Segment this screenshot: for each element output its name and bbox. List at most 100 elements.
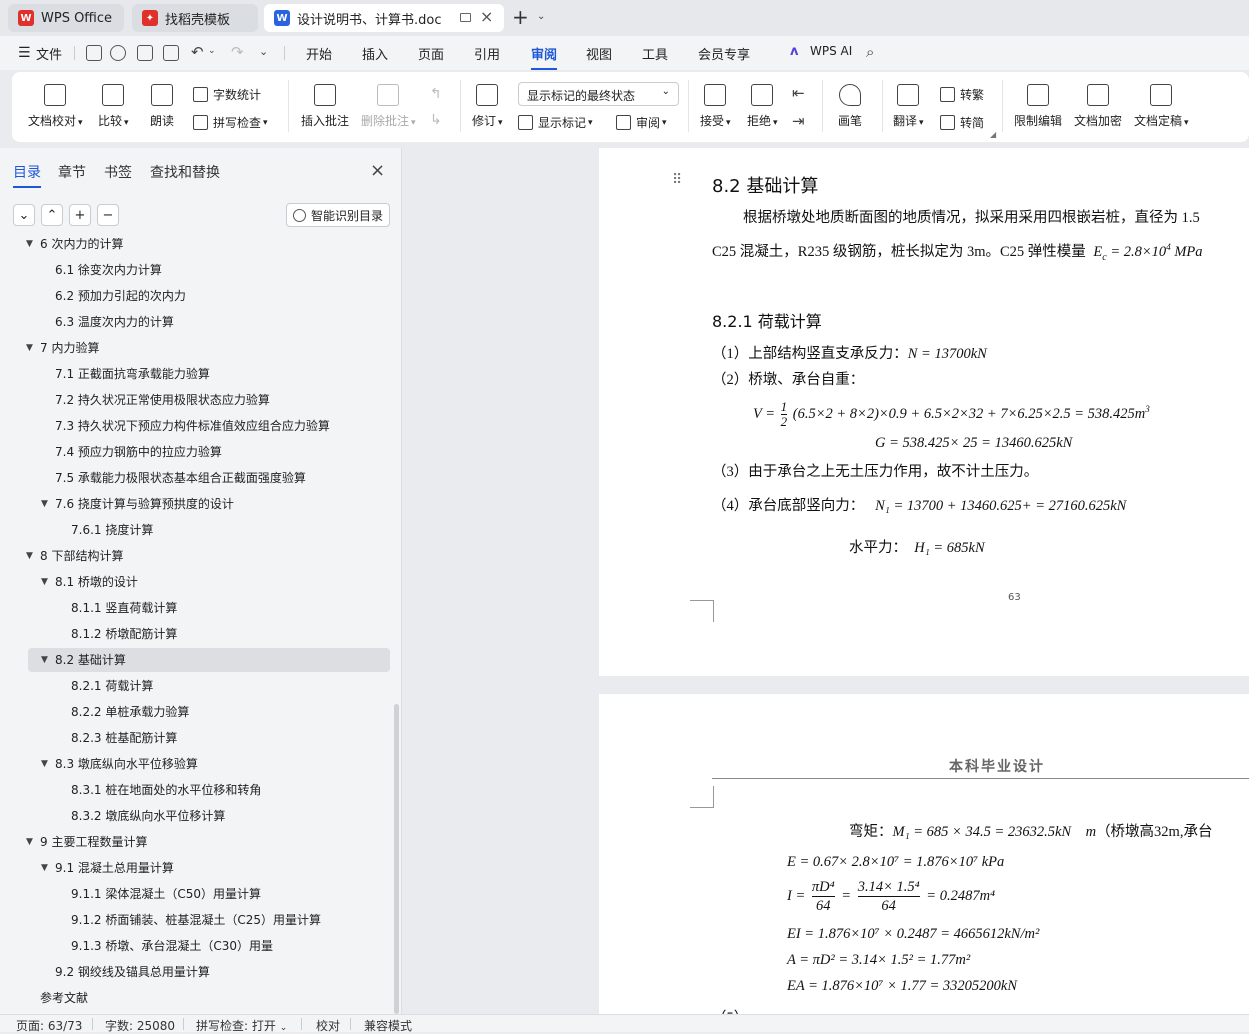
previous-change-icon[interactable]: ⇤ [792,84,805,102]
quick-access-more-icon[interactable]: ⌄ [259,45,268,58]
spell-check-button[interactable]: 拼写检查 ▾ [193,114,268,131]
menu-member[interactable]: 会员专享 [698,44,750,63]
toc-item[interactable]: ▼ 9 主要工程数量计算 [0,830,390,854]
encrypt-button[interactable]: 文档加密 [1074,84,1122,129]
menu-wps-ai[interactable]: WPS AI [810,44,852,58]
toc-item[interactable]: 7.5 承载能力极限状态基本组合正截面强度验算 [0,466,390,490]
menu-home[interactable]: 开始 [306,44,332,63]
tab-bookmarks[interactable]: 书签 [104,162,132,182]
toc-expand-icon[interactable]: ▼ [41,752,48,776]
toc-item[interactable]: 7.6.1 挠度计算 [0,518,390,542]
group-expand-icon[interactable]: ◢ [990,130,996,139]
toc-expand-icon[interactable]: ▼ [26,544,33,568]
translate-button[interactable]: 翻译 ▾ [893,84,924,129]
toc-item[interactable]: 8.1.2 桥墩配筋计算 [0,622,390,646]
add-heading-icon[interactable]: + [69,204,91,226]
close-panel-icon[interactable]: × [370,160,385,181]
menu-file[interactable]: 文件 [36,44,62,63]
remove-heading-icon[interactable]: − [97,204,119,226]
tab-chapters[interactable]: 章节 [58,162,86,182]
menu-page[interactable]: 页面 [418,44,444,63]
word-count-button[interactable]: 字数统计 [193,86,261,103]
toc-item[interactable]: ▼ 8.2 基础计算 [28,648,390,672]
show-markup-button[interactable]: 显示标记 ▾ [518,114,593,131]
toc-expand-icon[interactable]: ▼ [26,238,33,256]
toc-expand-icon[interactable]: ▼ [26,830,33,854]
toc-expand-icon[interactable]: ▼ [41,648,48,672]
toc-item[interactable]: ▼ 8.3 墩底纵向水平位移验算 [0,752,390,776]
tab-template[interactable]: ✦ 找稻壳模板 [132,4,258,32]
toc-expand-icon[interactable]: ▼ [41,570,48,594]
to-simplified-button[interactable]: 转简 [940,114,984,131]
reject-button[interactable]: 拒绝 ▾ [747,84,778,129]
review-pane-button[interactable]: 审阅 ▾ [616,114,667,131]
accept-button[interactable]: 接受 ▾ [700,84,731,129]
toc-item[interactable]: 8.2.3 桩基配筋计算 [0,726,390,750]
toc-item[interactable]: ▼ 7 内力验算 [0,336,390,360]
delete-comment-button[interactable]: 删除批注 ▾ [361,84,416,129]
restrict-editing-button[interactable]: 限制编辑 [1014,84,1062,129]
redo-icon[interactable]: ↷ [231,43,244,61]
toc-item[interactable]: 7.3 持久状况下预应力构件标准值效应组合应力验算 [0,414,390,438]
print-preview-icon[interactable] [163,45,179,61]
close-tab-icon[interactable]: × [480,7,493,26]
status-page[interactable]: 页面: 63/73 [16,1017,82,1034]
next-comment-icon[interactable]: ↳ [430,112,442,128]
menu-references[interactable]: 引用 [474,44,500,63]
save-icon[interactable] [86,45,102,61]
toc-item[interactable]: 9.2 钢绞线及锚具总用量计算 [0,960,390,984]
status-spell[interactable]: 拼写检查: 打开 ⌄ [196,1017,287,1034]
tab-wps-office[interactable]: W WPS Office [8,4,124,32]
menu-review[interactable]: 审阅 [531,44,558,70]
to-traditional-button[interactable]: 转繁 [940,86,984,103]
export-icon[interactable] [110,45,126,61]
toc-item[interactable]: 9.1.3 桥墩、承台混凝土（C30）用量 [0,934,390,958]
expand-up-icon[interactable]: ⌃ [41,204,63,226]
insert-comment-button[interactable]: 插入批注 [301,84,349,129]
toc-item[interactable]: 7.4 预应力钢筋中的拉应力验算 [0,440,390,464]
hamburger-menu-icon[interactable]: ☰ [18,45,31,61]
status-words[interactable]: 字数: 25080 [105,1017,175,1034]
toc-item[interactable]: ▼ 8 下部结构计算 [0,544,390,568]
menu-view[interactable]: 视图 [586,44,612,63]
toc-item[interactable]: 6.1 徐变次内力计算 [0,258,390,282]
finalize-button[interactable]: 文档定稿 ▾ [1134,84,1189,129]
tab-find-replace[interactable]: 查找和替换 [150,162,220,182]
next-change-icon[interactable]: ⇥ [792,112,805,130]
toc-item[interactable]: 6.3 温度次内力的计算 [0,310,390,334]
toc-item[interactable]: 8.1.1 竖直荷载计算 [0,596,390,620]
panel-scrollbar[interactable] [394,704,399,1014]
status-proof[interactable]: 校对 [316,1017,340,1034]
tab-toc[interactable]: 目录 [13,162,41,188]
track-changes-button[interactable]: 修订 ▾ [472,84,503,129]
toc-expand-icon[interactable]: ▼ [26,336,33,360]
print-icon[interactable] [137,45,153,61]
toc-item[interactable]: 8.3.2 墩底纵向水平位移计算 [0,804,390,828]
smart-toc-button[interactable]: 智能识别目录 [286,203,390,227]
toc-item[interactable]: 8.2.2 单桩承载力验算 [0,700,390,724]
tab-document[interactable]: W 设计说明书、计算书.doc × [264,4,504,32]
undo-dropdown-icon[interactable]: ⌄ [208,46,216,56]
menu-tools[interactable]: 工具 [642,44,668,63]
toc-item[interactable]: 8.3.1 桩在地面处的水平位移和转角 [0,778,390,802]
pen-button[interactable]: 画笔 [838,84,862,129]
new-tab-icon[interactable]: + [512,5,529,29]
drag-handle-icon[interactable]: ⠿ [672,172,682,188]
toc-item[interactable]: 9.1.2 桥面铺装、桩基混凝土（C25）用量计算 [0,908,390,932]
tab-list-chevron-icon[interactable]: ⌄ [537,11,545,22]
toc-item[interactable]: ▼ 7.6 挠度计算与验算预拱度的设计 [0,492,390,516]
doc-check-button[interactable]: 文档校对 ▾ [28,84,83,129]
window-mode-icon[interactable] [460,13,471,22]
toc-item[interactable]: ▼ 6 次内力的计算 [0,238,390,256]
toc-item[interactable]: 7.2 持久状况正常使用极限状态应力验算 [0,388,390,412]
toc-item[interactable]: 8.2.1 荷载计算 [0,674,390,698]
toc-expand-icon[interactable]: ▼ [41,856,48,880]
toc-item[interactable]: 参考文献 [0,986,390,1010]
toc-expand-icon[interactable]: ▼ [41,492,48,516]
toc-item[interactable]: 9.1.1 梁体混凝土（C50）用量计算 [0,882,390,906]
previous-comment-icon[interactable]: ↰ [430,86,442,102]
toc-item[interactable]: ▼ 9.1 混凝土总用量计算 [0,856,390,880]
collapse-down-icon[interactable]: ⌄ [13,204,35,226]
toc-item[interactable]: 6.2 预加力引起的次内力 [0,284,390,308]
search-icon[interactable]: ⌕ [866,43,874,61]
